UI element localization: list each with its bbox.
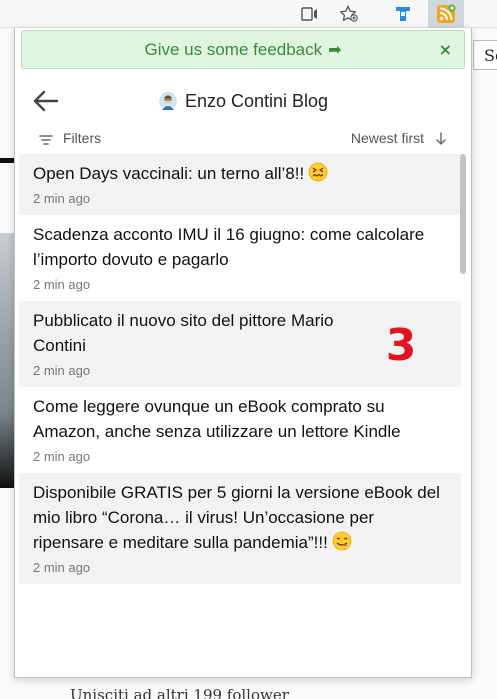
feed-item-title[interactable]: Come leggere ovunque un eBook comprato s… — [33, 394, 447, 444]
feedback-text[interactable]: Give us some feedback — [144, 40, 322, 60]
background-follower-text: Unisciti ad altri 199 follower — [70, 686, 289, 699]
feed-item[interactable]: Open Days vaccinali: un terno all’8!! 2 … — [19, 154, 461, 215]
feed-header: Enzo Contini Blog — [15, 76, 471, 126]
sort-arrow-down-icon[interactable] — [435, 132, 447, 146]
confounded-face-icon — [308, 162, 328, 182]
background-search-field[interactable]: Se — [473, 40, 497, 70]
scrollbar-thumb[interactable] — [460, 154, 466, 274]
feed-item[interactable]: Scadenza acconto IMU il 16 giugno: come … — [19, 215, 461, 301]
filter-icon[interactable] — [39, 134, 53, 146]
feed-item-time: 2 min ago — [33, 277, 91, 292]
close-feedback-button[interactable]: × — [439, 40, 452, 59]
feedback-banner[interactable]: Give us some feedback ➡ × — [21, 30, 465, 69]
annotation-text: 3 — [386, 320, 417, 371]
blog-title: Enzo Contini Blog — [184, 90, 329, 111]
feed-item-title[interactable]: Disponibile GRATIS per 5 giorni la versi… — [33, 480, 447, 555]
feed-item-list: Open Days vaccinali: un terno all’8!! 2 … — [19, 154, 461, 676]
blog-avatar-icon — [158, 92, 177, 110]
feed-item[interactable]: Disponibile GRATIS per 5 giorni la versi… — [19, 473, 461, 584]
feed-item-title-text[interactable]: Disponibile GRATIS per 5 giorni la versi… — [33, 483, 440, 552]
browser-toolbar — [0, 0, 497, 28]
feed-scrollbar[interactable] — [459, 154, 467, 676]
back-arrow-icon[interactable] — [31, 88, 61, 114]
feed-item-title-text[interactable]: Open Days vaccinali: un terno all’8!! — [33, 164, 304, 183]
feed-item-time: 2 min ago — [33, 191, 91, 206]
feed-item-time: 2 min ago — [33, 449, 91, 464]
feed-item-title[interactable]: Scadenza acconto IMU il 16 giugno: come … — [33, 222, 447, 272]
sort-order-button[interactable]: Newest first — [351, 130, 424, 146]
filter-bar: Filters Newest first — [15, 126, 461, 154]
bookmark-star-icon[interactable] — [337, 3, 361, 25]
face-savoring-food-icon — [332, 531, 352, 551]
extension-icon[interactable] — [391, 3, 415, 25]
reader-view-icon[interactable] — [298, 3, 322, 25]
arrow-right-icon: ➡ — [328, 40, 342, 59]
annotation-number-3: 3 — [386, 320, 417, 371]
feed-item-time: 2 min ago — [33, 560, 91, 575]
rss-feed-icon[interactable] — [428, 0, 464, 28]
filters-button[interactable]: Filters — [63, 130, 101, 146]
blog-title-row: Enzo Contini Blog — [15, 76, 471, 126]
feed-item[interactable]: Come leggere ovunque un eBook comprato s… — [19, 387, 461, 473]
feed-item-title[interactable]: Open Days vaccinali: un terno all’8!! — [33, 161, 447, 186]
